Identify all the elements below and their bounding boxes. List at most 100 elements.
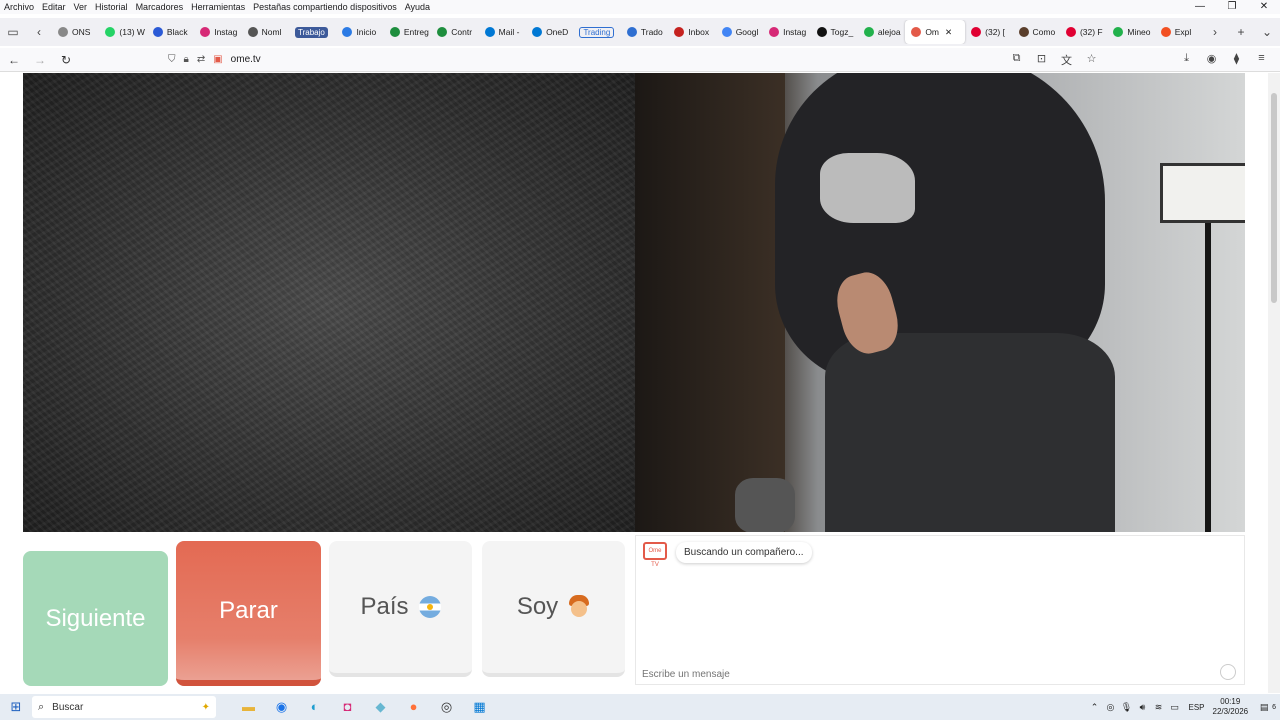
forward-icon[interactable]: → [28, 53, 52, 67]
windows-start-icon[interactable]: ⊞ [0, 699, 32, 715]
search-label: Buscar [52, 701, 84, 713]
save-page-icon[interactable]: ⊡ [1029, 52, 1054, 68]
browser-tab[interactable]: Contr [431, 20, 478, 44]
tab-favicon-icon [58, 27, 68, 37]
app-menu-icon[interactable]: ≡ [1249, 52, 1274, 68]
close-tab-icon[interactable]: ✕ [945, 27, 952, 38]
reload-icon[interactable]: ↻ [54, 53, 78, 67]
browser-tab[interactable]: Trabajo [289, 20, 336, 44]
browser-tab[interactable]: Inicio [336, 20, 383, 44]
tab-label: Como [1032, 27, 1056, 37]
minimize-icon[interactable]: — [1184, 0, 1216, 14]
browser-tab[interactable]: Instag [763, 20, 810, 44]
file-explorer-icon[interactable]: ▬ [232, 699, 265, 715]
downloads-icon[interactable]: ⤓ [1174, 52, 1199, 68]
battery-icon[interactable]: ▭ [1166, 702, 1182, 713]
restore-icon[interactable]: ❐ [1216, 0, 1248, 14]
address-bar[interactable]: ⛉ 🔒︎ ⇄ ▣ ome.tv [168, 54, 261, 65]
edge-icon[interactable]: ◐ [298, 699, 331, 715]
tab-favicon-icon [1065, 27, 1076, 37]
menu-editar[interactable]: Editar [42, 2, 66, 12]
browser-tab[interactable]: Instag [194, 20, 241, 44]
browser-tab[interactable]: Expl [1155, 20, 1202, 44]
tab-list-icon[interactable]: ⌄ [1254, 25, 1280, 39]
mic-icon[interactable]: 🎙︎ [1118, 702, 1134, 713]
next-button[interactable]: Siguiente [23, 551, 168, 686]
message-input[interactable] [642, 669, 1212, 680]
notes-icon[interactable]: ◆ [364, 699, 397, 715]
browser-tab[interactable]: (32) F [1060, 20, 1107, 44]
menu-marcadores[interactable]: Marcadores [136, 2, 184, 12]
browser-tab[interactable]: Togz_ [811, 20, 858, 44]
notifications-icon[interactable]: ▤ [1256, 702, 1272, 713]
menu-historial[interactable]: Historial [95, 2, 128, 12]
browser-tab[interactable]: Noml [242, 20, 289, 44]
browser-tab[interactable]: ONS [52, 20, 99, 44]
volume-icon[interactable]: 🔊︎ [1134, 702, 1150, 713]
tabs-scroll-left-icon[interactable]: ‹ [26, 25, 52, 39]
browser-tab[interactable]: Om ✕ [905, 20, 966, 44]
tab-label: Om [925, 27, 940, 37]
browser-tab[interactable]: (13) W [99, 20, 146, 44]
menu-herramientas[interactable]: Herramientas [191, 2, 245, 12]
camera-indicator-icon[interactable]: ▣ [213, 54, 222, 65]
browser-tab[interactable]: Black [147, 20, 194, 44]
browser-tab[interactable]: (32) [ [965, 20, 1012, 44]
toolbar-right: ⧉ ⊡ 文 ☆ ⤓ ◉ ⧫ ≡ [1004, 52, 1274, 68]
browser-tab[interactable]: Trado [621, 20, 668, 44]
firefox-icon[interactable]: ● [397, 699, 430, 715]
browser-tab[interactable]: Mail - [479, 20, 526, 44]
translate-icon[interactable]: 文 [1054, 52, 1079, 68]
country-button[interactable]: País [329, 541, 472, 677]
extensions-icon[interactable]: ⧫ [1224, 52, 1249, 68]
tray-app-icon[interactable]: ◎ [1102, 702, 1118, 713]
browser-tab[interactable]: alejoa [858, 20, 905, 44]
permissions-icon[interactable]: ⇄ [197, 54, 205, 65]
wifi-icon[interactable]: ≋ [1150, 702, 1166, 713]
bookmark-star-icon[interactable]: ☆ [1079, 52, 1104, 68]
tab-label: Inicio [356, 27, 377, 37]
account-icon[interactable]: ◉ [1199, 52, 1224, 68]
browser-tab[interactable]: Mineo [1107, 20, 1154, 44]
store-icon[interactable]: ▦ [463, 699, 496, 715]
browser-tab[interactable]: OneD [526, 20, 573, 44]
shield-icon[interactable]: ⛉ [168, 54, 176, 65]
tab-favicon-icon [1018, 27, 1029, 37]
instagram-icon[interactable]: ◘ [331, 699, 364, 715]
browser-tab[interactable]: Como [1013, 20, 1060, 44]
browser-tab[interactable]: Inbox [668, 20, 715, 44]
menu-ayuda[interactable]: Ayuda [405, 2, 430, 12]
tab-label: alejoa [877, 27, 901, 37]
back-icon[interactable]: ← [2, 53, 26, 67]
tab-overview-icon[interactable]: ▭ [0, 25, 26, 39]
gender-button[interactable]: Soy [482, 541, 625, 677]
lock-icon[interactable]: 🔒︎ [184, 54, 189, 65]
scrollbar[interactable] [1268, 73, 1280, 693]
tab-strip: ONS (13) W Black Instag Noml Trabajo Inicio Ent… [52, 20, 1202, 44]
tray-chevron-icon[interactable]: ⌃ [1086, 702, 1102, 713]
clock[interactable]: 00:19 22/3/2026 [1213, 697, 1249, 717]
notification-count: 6 [1272, 703, 1276, 711]
tab-favicon-icon [342, 27, 353, 37]
tab-bar: ▭ ‹ ONS (13) W Black Instag Noml Trabajo Inici… [0, 18, 1280, 46]
url-text[interactable]: ome.tv [231, 54, 261, 65]
chrome-icon[interactable]: ◉ [265, 699, 298, 715]
ometv-logo-icon: Ome TV [643, 542, 667, 568]
menu-archivo[interactable]: Archivo [4, 2, 34, 12]
taskbar-search[interactable]: ⌕ Buscar ✦ [32, 696, 216, 718]
screenshot-icon[interactable]: ⧉ [1004, 52, 1029, 68]
menu-ver[interactable]: Ver [74, 2, 88, 12]
close-window-icon[interactable]: ✕ [1248, 0, 1280, 14]
language-indicator[interactable]: ESP [1188, 703, 1204, 712]
tab-favicon-icon [674, 27, 685, 37]
browser-tab[interactable]: Trading [573, 20, 620, 44]
app-icon[interactable]: ◎ [430, 699, 463, 715]
tab-label: OneD [546, 27, 569, 37]
emoji-icon[interactable] [1220, 664, 1236, 680]
tabs-scroll-right-icon[interactable]: › [1202, 25, 1228, 39]
menu-pestanas[interactable]: Pestañas compartiendo dispositivos [253, 2, 397, 12]
new-tab-icon[interactable]: + [1228, 25, 1254, 39]
browser-tab[interactable]: Entreg [384, 20, 431, 44]
stop-button[interactable]: Parar [176, 541, 321, 686]
browser-tab[interactable]: Googl [716, 20, 763, 44]
